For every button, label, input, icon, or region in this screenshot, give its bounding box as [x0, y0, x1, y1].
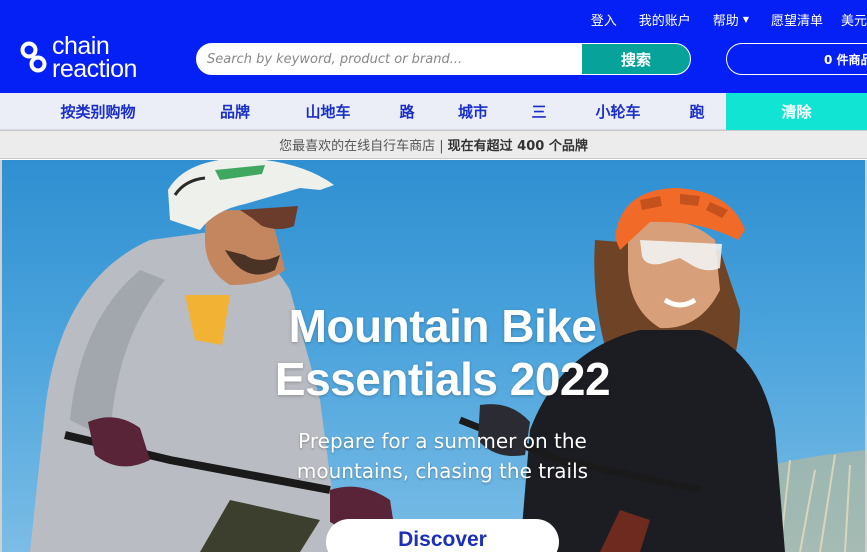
help-menu[interactable]: 帮助 ▼ [713, 9, 749, 29]
hero-subtitle: Prepare for a summer on the mountains, c… [240, 426, 645, 486]
hero-title-line-1: Mountain Bike [288, 300, 597, 352]
nav-shop-by-category[interactable]: 按类别购物 [42, 93, 154, 130]
promo-highlight: 现在有超过 400 个品牌 [447, 139, 588, 154]
site-header: 登入 我的账户 帮助▼ 愿望清单 美元 chain reaction 搜索 0 … [0, 0, 867, 93]
promo-text: 您最喜欢的在线自行车商店 | [279, 139, 444, 154]
nav-bmx[interactable]: 小轮车 [585, 93, 651, 130]
nav-run[interactable]: 跑 [680, 93, 714, 130]
login-link[interactable]: 登入 [591, 9, 617, 29]
hero-subtitle-line-1: Prepare for a summer on the [298, 429, 587, 453]
wishlist-link[interactable]: 愿望清单 [771, 9, 823, 29]
nav-mountain-bike[interactable]: 山地车 [295, 93, 361, 130]
search-bar: 搜索 [196, 43, 691, 75]
category-nav: 按类别购物 品牌 山地车 路 城市 三 小轮车 跑 清除 [0, 93, 867, 130]
currency-selector[interactable]: 美元 [841, 9, 867, 29]
search-input[interactable] [197, 44, 582, 74]
cart-button[interactable]: 0 件商品 [726, 43, 867, 75]
help-label: 帮助 [712, 13, 739, 29]
nav-triathlon[interactable]: 三 [522, 93, 556, 130]
hero-banner[interactable]: Mountain Bike Essentials 2022 Prepare fo… [0, 160, 867, 552]
promo-strip: 您最喜欢的在线自行车商店 | 现在有超过 400 个品牌 [0, 130, 867, 159]
search-button[interactable]: 搜索 [582, 44, 690, 74]
nav-clearance[interactable]: 清除 [726, 93, 867, 130]
chain-link-icon [20, 41, 47, 73]
hero-title: Mountain Bike Essentials 2022 [200, 300, 685, 406]
logo-line-2: reaction [52, 55, 137, 83]
hero-title-line-2: Essentials 2022 [274, 353, 611, 405]
chain-reaction-logo[interactable]: chain reaction [20, 34, 137, 83]
chevron-down-icon: ▼ [742, 14, 749, 24]
account-link[interactable]: 我的账户 [639, 9, 691, 29]
hero-subtitle-line-2: mountains, chasing the trails [296, 459, 589, 483]
nav-city[interactable]: 城市 [448, 93, 498, 130]
logo-wordmark: chain reaction [52, 34, 137, 83]
top-links: 登入 我的账户 帮助 ▼ 愿望清单 美元 [569, 9, 867, 29]
nav-brands[interactable]: 品牌 [205, 93, 265, 130]
nav-road[interactable]: 路 [390, 93, 424, 130]
discover-button[interactable]: Discover [326, 519, 559, 552]
